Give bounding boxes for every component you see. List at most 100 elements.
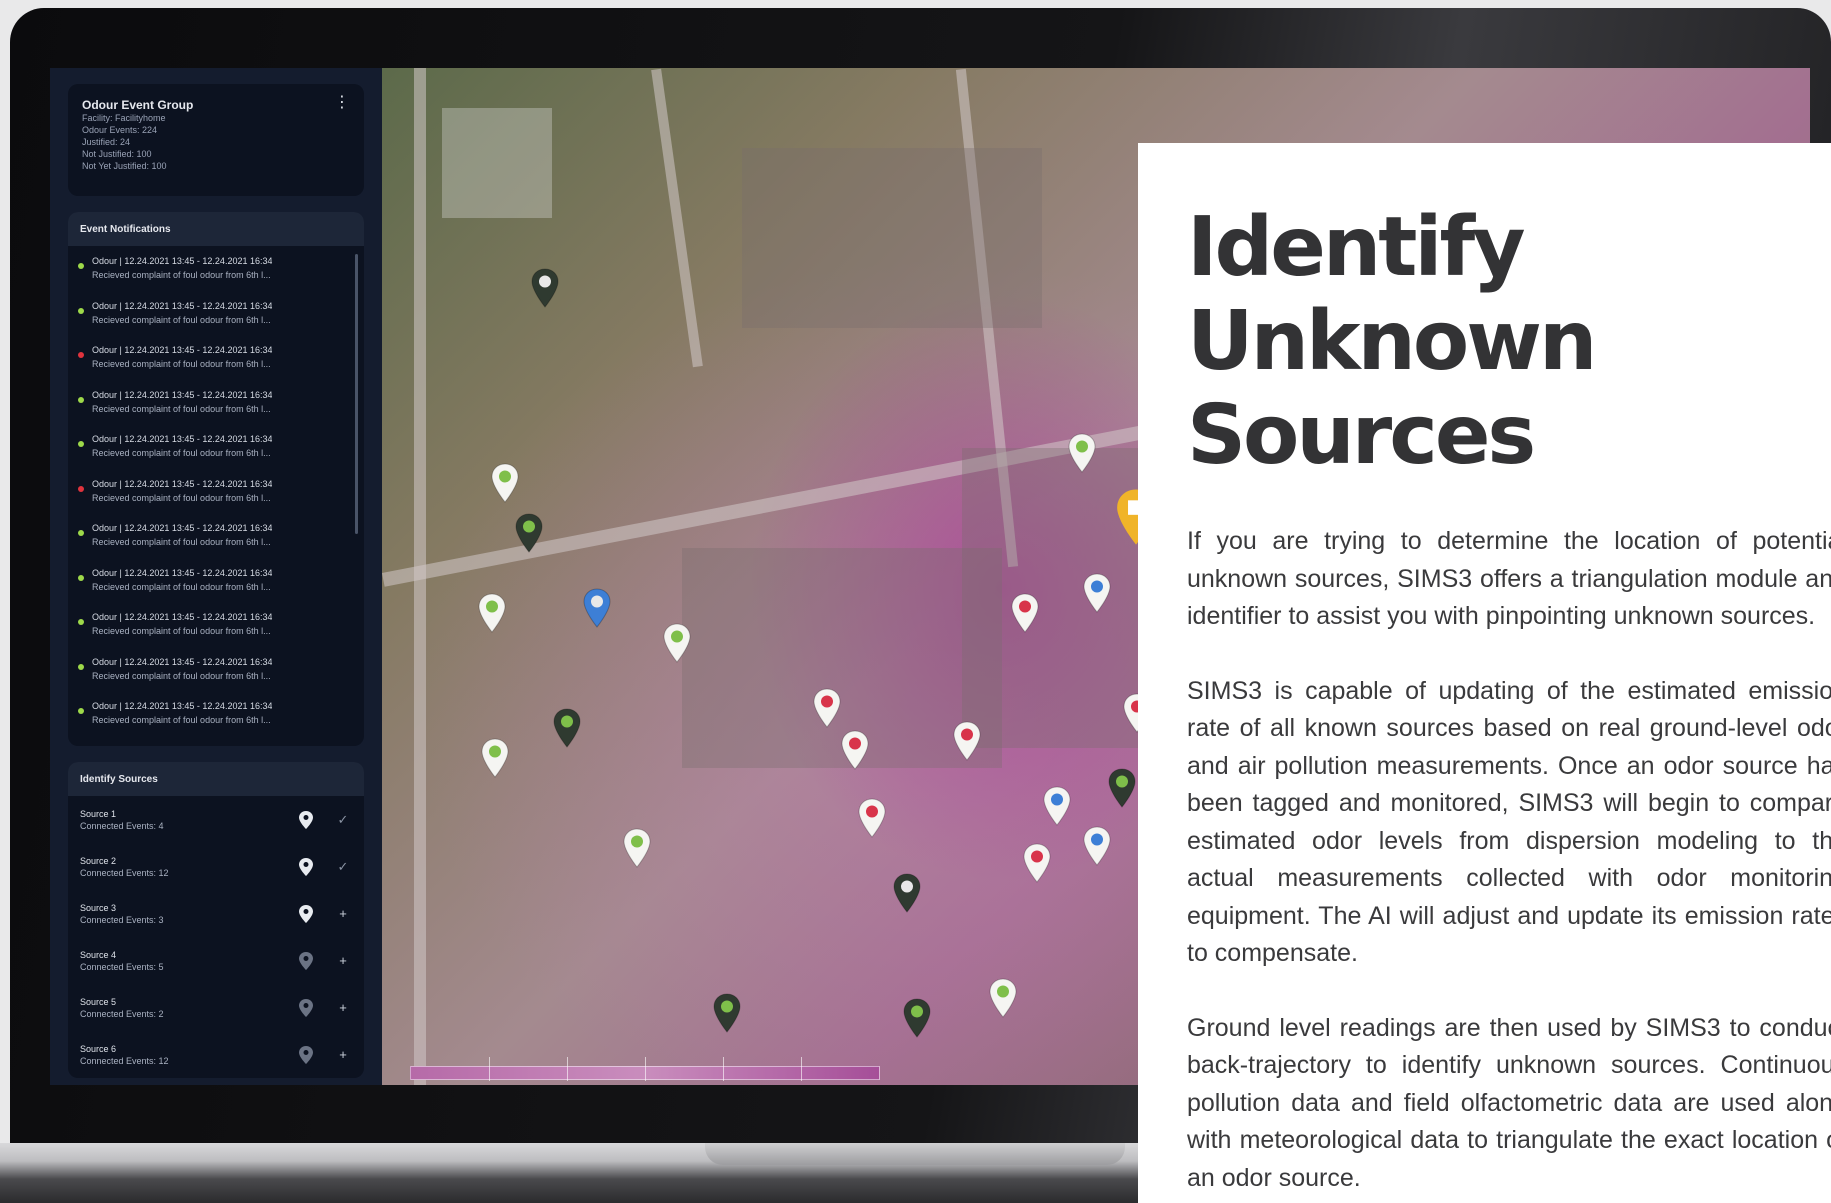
notification-item[interactable]: Odour | 12.24.2021 13:45 - 12.24.2021 16… [78,695,350,740]
location-pin-icon[interactable] [298,904,314,923]
map-marker-icon[interactable] [662,623,692,663]
source-name: Source 5 [80,996,117,1007]
notification-item[interactable]: Odour | 12.24.2021 13:45 - 12.24.2021 16… [78,339,350,384]
laptop-notch [705,1143,1125,1165]
notification-text: Odour | 12.24.2021 13:45 - 12.24.2021 16… [92,299,272,327]
map-marker-icon[interactable] [1082,826,1112,866]
location-pin-icon[interactable] [298,1045,314,1064]
notification-text: Odour | 12.24.2021 13:45 - 12.24.2021 16… [92,388,272,416]
notification-item[interactable]: Odour | 12.24.2021 13:45 - 12.24.2021 16… [78,250,350,295]
map-marker-icon[interactable] [622,828,652,868]
odour-event-group-card[interactable]: Odour Event Group Facility: Facilityhome… [68,84,364,196]
map-marker-icon[interactable] [1010,593,1040,633]
notification-description: Recieved complaint of foul odour from 6t… [92,359,271,369]
source-row[interactable]: Source 5 Connected Events: 2 + [68,984,364,1031]
source-name: Source 1 [80,808,117,819]
group-not-justified: Not Justified: 100 [82,149,152,159]
check-icon[interactable]: ✓ [336,859,350,875]
notification-text: Odour | 12.24.2021 13:45 - 12.24.2021 16… [92,655,272,683]
legend-tick [723,1057,724,1081]
map-marker-icon[interactable] [1107,768,1137,808]
map-marker-icon[interactable] [514,513,544,553]
group-title: Odour Event Group [82,98,194,112]
map-marker-icon[interactable] [1042,786,1072,826]
map-marker-icon[interactable] [582,588,612,628]
map-marker-icon[interactable] [988,978,1018,1018]
map-marker-icon[interactable] [857,798,887,838]
notification-item[interactable]: Odour | 12.24.2021 13:45 - 12.24.2021 16… [78,562,350,607]
check-icon[interactable]: ✓ [336,812,350,828]
status-dot-icon [78,441,84,447]
kebab-icon[interactable]: ⋮ [334,95,350,111]
notification-time-range: Odour | 12.24.2021 13:45 - 12.24.2021 16… [92,345,273,355]
notification-time-range: Odour | 12.24.2021 13:45 - 12.24.2021 16… [92,256,273,266]
status-dot-icon [78,530,84,536]
location-pin-icon[interactable] [298,951,314,970]
map-marker-icon[interactable] [1067,433,1097,473]
notification-item[interactable]: Odour | 12.24.2021 13:45 - 12.24.2021 16… [78,651,350,696]
map-marker-icon[interactable] [952,721,982,761]
status-dot-icon [78,663,84,670]
notification-time-range: Odour | 12.24.2021 13:45 - 12.24.2021 16… [92,478,273,489]
source-info: Source 3 Connected Events: 3 [80,902,298,926]
page-title: Identify Unknown Sources [1187,201,1831,483]
plus-icon[interactable]: + [336,1047,350,1062]
map-building-block [442,108,552,218]
legend-tick [567,1057,568,1081]
notification-time-range: Odour | 12.24.2021 13:45 - 12.24.2021 16… [92,300,273,311]
source-row[interactable]: Source 6 Connected Events: 12 + [68,1031,364,1078]
plus-icon[interactable]: + [336,906,350,921]
notification-description: Recieved complaint of foul odour from 6t… [92,626,271,636]
map-road [414,68,426,1085]
map-marker-icon[interactable] [490,463,520,503]
notification-item[interactable]: Odour | 12.24.2021 13:45 - 12.24.2021 16… [78,606,350,651]
source-row[interactable]: Source 2 Connected Events: 12 ✓ [68,843,364,890]
headline-line-3: Sources [1187,388,1536,483]
notification-item[interactable]: Odour | 12.24.2021 13:45 - 12.24.2021 16… [78,295,350,340]
group-facility: Facility: Facilityhome [82,113,166,123]
source-row[interactable]: Source 1 Connected Events: 4 ✓ [68,796,364,843]
notification-description: Recieved complaint of foul odour from 6t… [92,492,271,503]
event-notifications-card: Event Notifications Odour | 12.24.2021 1… [68,212,364,746]
map-marker-icon[interactable] [480,738,510,778]
source-row[interactable]: Source 4 Connected Events: 5 + [68,937,364,984]
map-marker-icon[interactable] [812,688,842,728]
notification-item[interactable]: Odour | 12.24.2021 13:45 - 12.24.2021 16… [78,428,350,473]
source-connected-events: Connected Events: 2 [80,1008,164,1019]
map-marker-icon[interactable] [840,730,870,770]
notification-description: Recieved complaint of foul odour from 6t… [92,448,271,458]
status-dot-icon [78,307,84,314]
source-connected-events: Connected Events: 4 [80,820,164,831]
feature-description-panel: Identify Unknown Sources If you are tryi… [1138,143,1831,1203]
notification-item[interactable]: Odour | 12.24.2021 13:45 - 12.24.2021 16… [78,384,350,429]
notification-time-range: Odour | 12.24.2021 13:45 - 12.24.2021 16… [92,434,273,444]
map-marker-icon[interactable] [892,873,922,913]
notification-scrollbar[interactable] [355,254,358,534]
headline-line-1: Identify [1187,200,1526,295]
group-not-yet-justified: Not Yet Justified: 100 [82,161,167,171]
plus-icon[interactable]: + [336,1000,350,1015]
notification-item[interactable]: Odour | 12.24.2021 13:45 - 12.24.2021 16… [78,517,350,562]
location-pin-icon[interactable] [298,998,314,1017]
source-connected-events: Connected Events: 3 [80,914,164,925]
map-marker-icon[interactable] [530,268,560,308]
notification-text: Odour | 12.24.2021 13:45 - 12.24.2021 16… [92,521,272,549]
map-marker-icon[interactable] [1022,843,1052,883]
map-marker-icon[interactable] [712,993,742,1033]
location-pin-icon[interactable] [298,857,314,876]
notification-text: Odour | 12.24.2021 13:45 - 12.24.2021 16… [92,699,272,727]
notification-list: Odour | 12.24.2021 13:45 - 12.24.2021 16… [68,246,364,740]
map-marker-icon[interactable] [1082,573,1112,613]
source-row[interactable]: Source 3 Connected Events: 3 + [68,890,364,937]
plus-icon[interactable]: + [336,953,350,968]
source-info: Source 6 Connected Events: 12 [80,1043,298,1067]
notification-text: Odour | 12.24.2021 13:45 - 12.24.2021 16… [92,610,272,638]
paragraph-emission-rates: SIMS3 is capable of updating of the esti… [1187,676,1831,968]
map-marker-icon[interactable] [477,593,507,633]
map-marker-icon[interactable] [552,708,582,748]
notification-item[interactable]: Odour | 12.24.2021 13:45 - 12.24.2021 16… [78,473,350,518]
location-pin-icon[interactable] [298,810,314,829]
notification-description: Recieved complaint of foul odour from 6t… [92,537,271,547]
map-marker-icon[interactable] [902,998,932,1038]
source-info: Source 2 Connected Events: 12 [80,855,298,879]
